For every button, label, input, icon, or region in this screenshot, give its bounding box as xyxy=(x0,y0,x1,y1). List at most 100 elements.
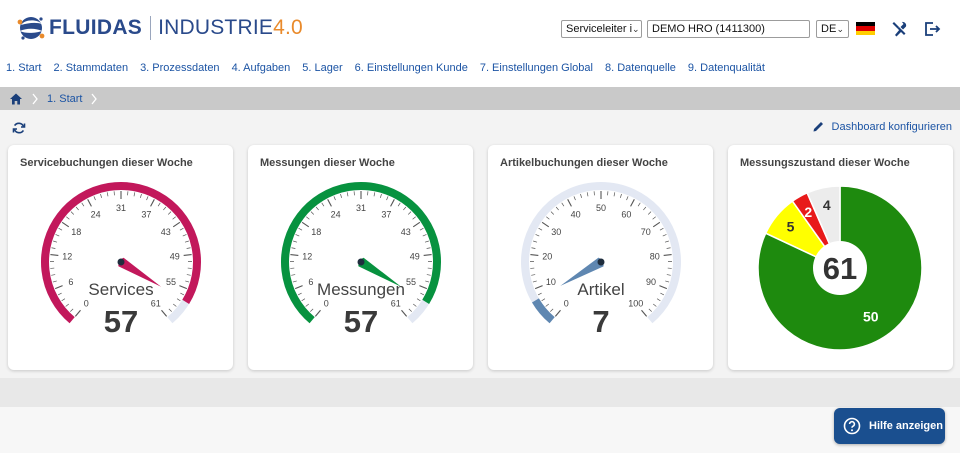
gauge-label: Messungen xyxy=(317,280,405,299)
gauge-value: 57 xyxy=(344,304,378,339)
gauge-major-tick xyxy=(294,285,303,290)
configure-dashboard-button[interactable]: Dashboard konfigurieren xyxy=(812,120,952,133)
gauge-major-tick xyxy=(314,309,321,317)
nav-item-einstellungen-kunde[interactable]: 6. Einstellungen Kunde xyxy=(355,62,468,78)
gauge-tick-label: 0 xyxy=(564,298,569,308)
gauge-minor-tick xyxy=(419,227,424,231)
gauge-minor-tick xyxy=(57,292,62,296)
gauge-tick-label: 49 xyxy=(170,251,180,261)
app-header: FLUIDAS INDUSTRIE4.0 Serviceleiter i ⌄ D… xyxy=(0,0,960,58)
nav-item-datenqualitaet[interactable]: 9. Datenqualität xyxy=(688,62,765,78)
gauge-major-tick xyxy=(630,199,635,207)
gauge-minor-tick xyxy=(416,298,421,302)
gauge-minor-tick xyxy=(420,292,425,296)
measurement-status-pie: 50 52 4 61 xyxy=(757,185,923,351)
nav-item-datenquelle[interactable]: 8. Datenquelle xyxy=(605,62,676,78)
gauge-minor-tick xyxy=(550,308,554,312)
chevron-down-icon: ⌄ xyxy=(632,23,640,34)
gauge-minor-tick xyxy=(652,216,656,220)
gauge-major-tick xyxy=(641,309,648,317)
gauge-minor-tick xyxy=(306,216,310,220)
gauge-minor-tick xyxy=(656,298,661,302)
nav-item-aufgaben[interactable]: 4. Aufgaben xyxy=(232,62,291,78)
gauge-minor-tick xyxy=(180,292,185,296)
footer-band xyxy=(0,378,960,407)
gauge-minor-tick xyxy=(51,274,56,276)
brand-subtitle: INDUSTRIE4.0 xyxy=(158,16,303,40)
gauge-minor-tick xyxy=(531,274,536,276)
gauge-minor-tick xyxy=(664,240,669,243)
gauge-minor-tick xyxy=(535,234,540,237)
breadcrumb-current[interactable]: 1. Start xyxy=(47,93,82,105)
home-icon[interactable] xyxy=(9,92,23,106)
gauge-tick-label: 0 xyxy=(324,298,329,308)
gauge-minor-tick xyxy=(666,247,671,249)
help-icon xyxy=(843,417,861,435)
role-select[interactable]: Serviceleiter i ⌄ xyxy=(561,20,642,38)
gauge-minor-tick xyxy=(555,206,559,211)
gauge-minor-tick xyxy=(146,196,149,201)
gauge-minor-tick xyxy=(545,303,550,307)
gauge-minor-tick xyxy=(386,196,389,201)
nav-item-stammdaten[interactable]: 2. Stammdaten xyxy=(53,62,128,78)
nav-item-start[interactable]: 1. Start xyxy=(6,62,41,78)
gauge-minor-tick xyxy=(647,211,652,215)
fluidas-logo[interactable]: FLUIDAS INDUSTRIE4.0 xyxy=(16,13,303,43)
gauge-minor-tick xyxy=(643,206,647,211)
logout-icon[interactable] xyxy=(923,20,941,38)
help-button[interactable]: Hilfe anzeigen xyxy=(834,408,945,444)
gauge-minor-tick xyxy=(637,202,641,207)
gauge-tick-label: 80 xyxy=(650,251,660,261)
gauge-tick-label: 12 xyxy=(62,251,72,261)
gauge-minor-tick xyxy=(537,292,542,296)
gauge-major-tick xyxy=(554,309,561,317)
gauge-tick-label: 37 xyxy=(381,209,391,219)
gauge-minor-tick xyxy=(81,202,85,207)
gauge-minor-tick xyxy=(70,308,74,312)
refresh-icon[interactable] xyxy=(12,121,26,135)
gauge-major-tick xyxy=(401,309,408,317)
language-select[interactable]: DE ⌄ xyxy=(816,20,849,38)
gauge-major-tick xyxy=(290,254,299,256)
gauge-tick-label: 90 xyxy=(646,277,656,287)
flag-germany-icon[interactable] xyxy=(856,22,875,35)
gauge-minor-tick xyxy=(426,247,431,249)
gauge-minor-tick xyxy=(422,234,427,237)
brand-name: FLUIDAS xyxy=(49,16,143,39)
gauge-minor-tick xyxy=(55,234,60,237)
fluidas-logo-icon xyxy=(17,17,45,40)
gauge-label: Artikel xyxy=(577,280,624,299)
brand-version: 4.0 xyxy=(273,16,303,39)
gauge-minor-tick xyxy=(573,196,576,201)
nav-item-einstellungen-global[interactable]: 7. Einstellungen Global xyxy=(480,62,593,78)
gauge-major-tick xyxy=(652,221,661,228)
gauge-minor-tick xyxy=(301,298,306,302)
gauge-tick-label: 18 xyxy=(311,227,321,237)
gauge-minor-tick xyxy=(407,211,412,215)
breadcrumb: 1. Start xyxy=(0,87,960,110)
gauge-minor-tick xyxy=(652,303,657,307)
gauge-minor-tick xyxy=(538,227,543,231)
gauge-minor-tick xyxy=(541,298,546,302)
gauge-minor-tick xyxy=(546,216,550,220)
gauge-major-tick xyxy=(301,221,310,228)
gauge-minor-tick xyxy=(561,202,565,207)
gauge-minor-tick xyxy=(75,206,79,211)
gauge-minor-tick xyxy=(51,247,56,249)
gauge-minor-tick xyxy=(408,308,412,312)
gauge-minor-tick xyxy=(182,234,187,237)
gauge-minor-tick xyxy=(424,240,429,243)
gauge-major-tick xyxy=(419,285,428,290)
gauge-minor-tick xyxy=(186,247,191,249)
gauge-services: 0 6 12 18 24 31 37 43 49 55 61Services 57 xyxy=(41,182,201,339)
gauge-minor-tick xyxy=(310,211,315,215)
tools-icon[interactable] xyxy=(891,20,909,38)
gauge-minor-tick xyxy=(53,240,58,243)
nav-item-lager[interactable]: 5. Lager xyxy=(302,62,342,78)
nav-item-prozessdaten[interactable]: 3. Prozessdaten xyxy=(140,62,220,78)
gauge-minor-tick xyxy=(660,292,665,296)
gauge-minor-tick xyxy=(66,216,70,220)
gauge-tick-label: 55 xyxy=(406,277,416,287)
gauge-minor-tick xyxy=(297,292,302,296)
client-select[interactable]: DEMO HRO (1411300) xyxy=(647,20,810,38)
